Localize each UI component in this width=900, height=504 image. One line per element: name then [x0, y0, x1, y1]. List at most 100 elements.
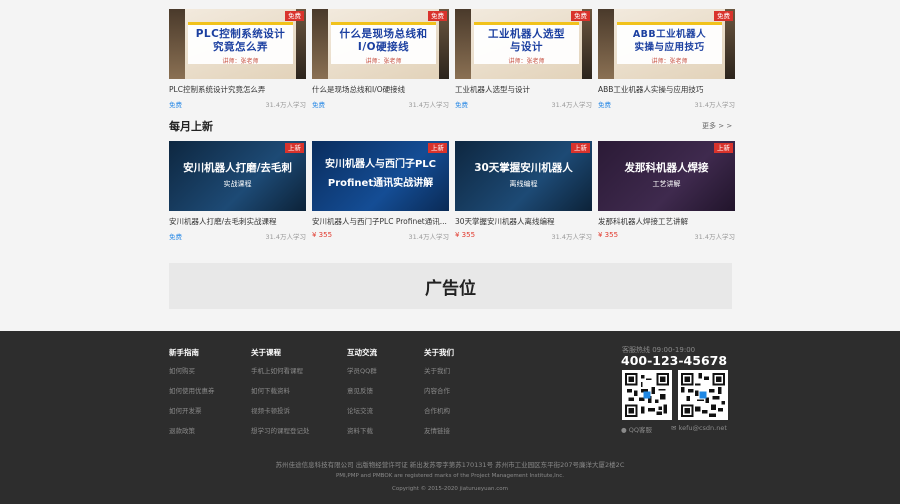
course-name[interactable]: PLC控制系统设计究竟怎么弄 [169, 84, 306, 95]
thumbnail-title: 发那科机器人焊接 [624, 162, 709, 174]
course-card[interactable]: 安川机器人与西门子PLC Profinet通讯实战讲解 上新 安川机器人与西门子… [312, 141, 449, 241]
footer-column-title: 关于课程 [251, 348, 281, 357]
thumbnail-teacher: 讲师：张老师 [508, 58, 545, 65]
course-card[interactable]: PLC控制系统设计 究竟怎么弄 讲师：张老师 免费 PLC控制系统设计究竟怎么弄 … [169, 9, 306, 109]
learner-count: 31.4万人学习 [694, 101, 735, 109]
course-name[interactable]: 安川机器人打磨/去毛刺实战课程 [169, 216, 306, 227]
qq-service-link[interactable]: ● QQ客服 [621, 424, 652, 434]
free-badge: 免费 [428, 11, 447, 21]
footer-column-courses: 关于课程 手机上如何看课程 如何下载资料 视频卡顿投诉 想学习的课程登记处 [251, 347, 310, 445]
section-title-monthly: 每月上新 [169, 120, 213, 133]
footer-column-title: 互动交流 [347, 348, 377, 357]
course-name[interactable]: ABB工业机器人实操与应用技巧 [598, 84, 735, 95]
learner-count: 31.4万人学习 [551, 233, 592, 241]
footer-column-title: 关于我们 [424, 348, 454, 357]
footer-column-community: 互动交流 学员QQ群 意见反馈 论坛交流 资料下载 [347, 347, 377, 445]
footer-link[interactable]: 论坛交流 [347, 405, 377, 415]
thumbnail-subtitle: 实战课程 [223, 180, 252, 188]
ad-label: 广告位 [425, 278, 476, 299]
thumbnail-subtitle: 工艺讲解 [652, 180, 681, 188]
thumbnail-teacher: 讲师：张老师 [222, 58, 259, 65]
course-thumbnail[interactable]: 什么是现场总线和 I/O硬接线讲师：张老师 免费 [312, 9, 449, 79]
new-badge: 上新 [285, 143, 304, 153]
footer-link[interactable]: 视频卡顿投诉 [251, 405, 310, 415]
trademark-notice: PMI,PMP and PMBOK are registered marks o… [335, 473, 565, 479]
course-card[interactable]: 安川机器人打磨/去毛刺 实战课程 上新 安川机器人打磨/去毛刺实战课程 免费 31… [169, 141, 306, 241]
course-price: 免费 [169, 101, 182, 109]
thumbnail-subtitle: 离线编程 [509, 180, 538, 188]
course-thumbnail[interactable]: 发那科机器人焊接 工艺讲解 上新 [598, 141, 735, 211]
thumbnail-title: 什么是现场总线和 I/O硬接线 [339, 28, 428, 53]
footer-link[interactable]: 意见反馈 [347, 385, 377, 395]
course-thumbnail[interactable]: PLC控制系统设计 究竟怎么弄讲师：张老师 免费 [169, 9, 306, 79]
footer-link[interactable]: 如何购买 [169, 365, 215, 375]
top-course-grid: PLC控制系统设计 究竟怎么弄 讲师：张老师 免费 PLC控制系统设计究竟怎么弄 … [169, 9, 735, 109]
thumbnail-teacher: 讲师：张老师 [365, 58, 402, 65]
footer-link[interactable]: 想学习的课程登记处 [251, 425, 310, 435]
footer-link[interactable]: 如何开发票 [169, 405, 215, 415]
course-price: 免费 [598, 101, 611, 109]
course-thumbnail[interactable]: ABB工业机器人 实操与应用技巧 讲师：张老师 免费 [598, 9, 735, 79]
wechat-qr-code [678, 370, 728, 420]
footer-column-guide: 新手指南 如何购买 如何使用优惠券 如何开发票 退款政策 [169, 347, 215, 445]
course-name[interactable]: 安川机器人与西门子PLC Profinet通讯... [312, 216, 449, 227]
learner-count: 31.4万人学习 [408, 101, 449, 109]
free-badge: 免费 [714, 11, 733, 21]
learner-count: 31.4万人学习 [265, 101, 306, 109]
thumbnail-title: PLC控制系统设计 究竟怎么弄 [195, 28, 286, 53]
course-card[interactable]: 什么是现场总线和 I/O硬接线 讲师：张老师 免费 什么是现场总线和I/O硬接线 … [312, 9, 449, 109]
thumbnail-title: 30天掌握安川机器人 [474, 162, 573, 174]
course-price: ¥ 355 [455, 231, 476, 239]
course-thumbnail[interactable]: 工业机器人选型 与设计 讲师：张老师 免费 [455, 9, 592, 79]
course-price: 免费 [455, 101, 468, 109]
free-badge: 免费 [285, 11, 304, 21]
footer-link[interactable]: 学员QQ群 [347, 365, 377, 375]
footer-link[interactable]: 内容合作 [424, 385, 454, 395]
footer-link[interactable]: 友情链接 [424, 425, 454, 435]
footer-column-title: 新手指南 [169, 348, 199, 357]
course-card[interactable]: 发那科机器人焊接 工艺讲解 上新 发那科机器人焊接工艺讲解 ¥ 355 31.4万… [598, 141, 735, 241]
course-thumbnail[interactable]: 安川机器人打磨/去毛刺 实战课程 上新 [169, 141, 306, 211]
more-link[interactable]: 更多 > > [702, 121, 732, 131]
footer-link[interactable]: 合作机构 [424, 405, 454, 415]
email-link[interactable]: ✉ kefu@csdn.net [671, 424, 727, 432]
course-name[interactable]: 发那科机器人焊接工艺讲解 [598, 216, 735, 227]
qq-qr-code [622, 370, 672, 420]
course-thumbnail[interactable]: 30天掌握安川机器人 离线编程 上新 [455, 141, 592, 211]
learner-count: 31.4万人学习 [265, 233, 306, 241]
footer-link[interactable]: 资料下载 [347, 425, 377, 435]
footer-link[interactable]: 如何使用优惠券 [169, 385, 215, 395]
course-card[interactable]: 30天掌握安川机器人 离线编程 上新 30天掌握安川机器人离线编程 ¥ 355 3… [455, 141, 592, 241]
course-price: 免费 [169, 233, 182, 241]
course-card[interactable]: 工业机器人选型 与设计 讲师：张老师 免费 工业机器人选型与设计 免费 31.4万人… [455, 9, 592, 109]
new-badge: 上新 [571, 143, 590, 153]
footer-link[interactable]: 退款政策 [169, 425, 215, 435]
course-card[interactable]: ABB工业机器人 实操与应用技巧 讲师：张老师 免费 ABB工业机器人实操与应用技… [598, 9, 735, 109]
course-price: 免费 [312, 101, 325, 109]
learner-count: 31.4万人学习 [408, 233, 449, 241]
qq-service-label: QQ客服 [628, 426, 652, 434]
ad-banner[interactable]: 广告位 [169, 263, 732, 309]
thumbnail-title: 安川机器人打磨/去毛刺 [183, 162, 292, 174]
thumbnail-title: ABB工业机器人 实操与应用技巧 [632, 29, 707, 53]
thumbnail-title: 安川机器人与西门子PLC Profinet通讯实战讲解 [324, 159, 437, 189]
course-thumbnail[interactable]: 安川机器人与西门子PLC Profinet通讯实战讲解 上新 [312, 141, 449, 211]
new-badge: 上新 [714, 143, 733, 153]
learner-count: 31.4万人学习 [551, 101, 592, 109]
mail-icon: ✉ [671, 424, 677, 432]
qq-icon: ● [621, 426, 627, 434]
learner-count: 31.4万人学习 [694, 233, 735, 241]
course-price: ¥ 355 [598, 231, 619, 239]
course-price: ¥ 355 [312, 231, 333, 239]
thumbnail-title: 工业机器人选型 与设计 [488, 28, 565, 53]
footer-link[interactable]: 手机上如何看课程 [251, 365, 310, 375]
hotline-number: 400-123-45678 [621, 353, 728, 368]
footer-link[interactable]: 如何下载资料 [251, 385, 310, 395]
site-footer: 新手指南 如何购买 如何使用优惠券 如何开发票 退款政策 关于课程 手机上如何看… [0, 331, 900, 504]
copyright: Copyright © 2015-2020 jiaturueyuan.com [392, 486, 508, 492]
footer-link[interactable]: 关于我们 [424, 365, 454, 375]
course-name[interactable]: 什么是现场总线和I/O硬接线 [312, 84, 449, 95]
course-name[interactable]: 工业机器人选型与设计 [455, 84, 592, 95]
course-name[interactable]: 30天掌握安川机器人离线编程 [455, 216, 592, 227]
company-info: 苏州佳途信息科技有限公司 出版物经营许可证 新出发苏零字第苏170131号 苏州… [275, 461, 625, 469]
